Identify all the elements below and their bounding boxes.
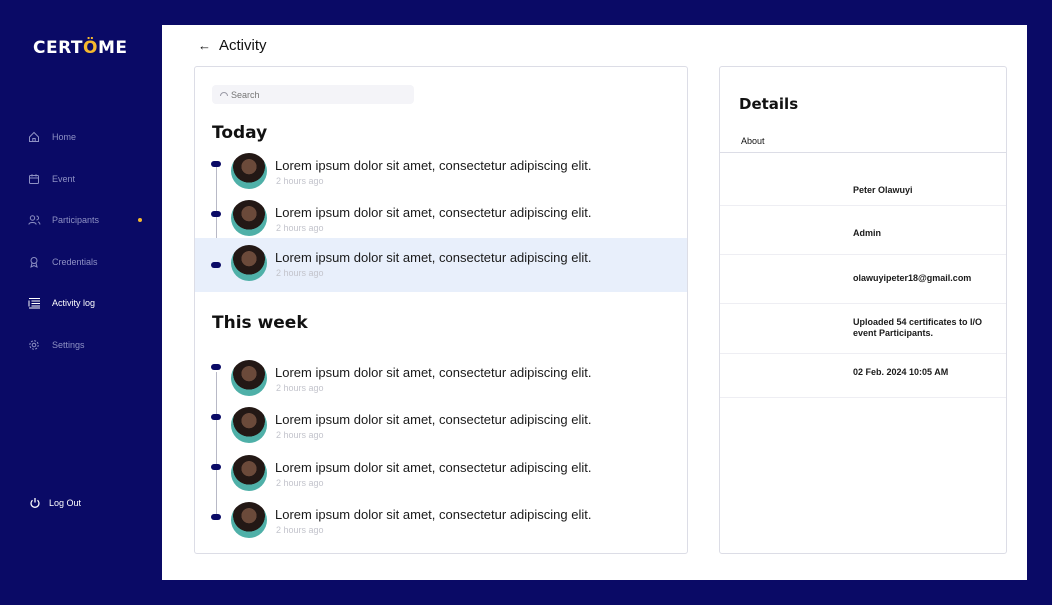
details-title: Details bbox=[739, 95, 799, 113]
details-card: Details About Peter Olawuyi Admin olawuy… bbox=[719, 66, 1007, 554]
sidebar-item-activity-log[interactable]: Activity log bbox=[27, 293, 147, 313]
sidebar-item-participants[interactable]: Participants bbox=[27, 210, 147, 230]
home-icon bbox=[27, 130, 41, 144]
activity-row-selected[interactable]: Lorem ipsum dolor sit amet, consectetur … bbox=[195, 238, 687, 292]
timeline-dot bbox=[211, 464, 221, 470]
avatar bbox=[231, 245, 267, 281]
search-input[interactable] bbox=[231, 89, 401, 100]
list-icon bbox=[27, 296, 41, 310]
avatar bbox=[231, 360, 267, 396]
sidebar-item-label: Participants bbox=[52, 215, 100, 225]
activity-message: Lorem ipsum dolor sit amet, consectetur … bbox=[275, 460, 592, 475]
logout-button[interactable]: Log Out bbox=[29, 497, 81, 509]
activity-message: Lorem ipsum dolor sit amet, consectetur … bbox=[275, 158, 592, 173]
avatar bbox=[231, 502, 267, 538]
detail-row-date: 02 Feb. 2024 10:05 AM bbox=[720, 354, 1006, 398]
section-title-week: This week bbox=[212, 313, 308, 333]
activity-time: 2 hours ago bbox=[276, 223, 324, 233]
search-icon bbox=[219, 86, 229, 104]
sidebar-item-label: Settings bbox=[52, 340, 85, 350]
back-arrow-icon[interactable]: ← bbox=[198, 38, 211, 53]
page-header: ← Activity bbox=[198, 37, 267, 54]
users-icon bbox=[27, 213, 41, 227]
activity-message: Lorem ipsum dolor sit amet, consectetur … bbox=[275, 205, 592, 220]
activity-row[interactable]: Lorem ipsum dolor sit amet, consectetur … bbox=[195, 449, 687, 503]
logo-text-a: CERT bbox=[33, 38, 84, 58]
activity-row[interactable]: Lorem ipsum dolor sit amet, consectetur … bbox=[195, 147, 687, 201]
activity-message: Lorem ipsum dolor sit amet, consectetur … bbox=[275, 412, 592, 427]
activity-message: Lorem ipsum dolor sit amet, consectetur … bbox=[275, 250, 592, 265]
activity-time: 2 hours ago bbox=[276, 525, 324, 535]
activity-row[interactable]: Lorem ipsum dolor sit amet, consectetur … bbox=[195, 354, 687, 408]
sidebar-item-credentials[interactable]: Credentials bbox=[27, 252, 147, 272]
activity-message: Lorem ipsum dolor sit amet, consectetur … bbox=[275, 365, 592, 380]
badge-icon bbox=[27, 255, 41, 269]
detail-row-action: Uploaded 54 certificates to I/O event Pa… bbox=[720, 304, 1006, 354]
detail-row-name: Peter Olawuyi bbox=[720, 153, 1006, 206]
logout-label: Log Out bbox=[49, 498, 82, 508]
detail-name: Peter Olawuyi bbox=[853, 185, 913, 195]
activity-time: 2 hours ago bbox=[276, 383, 324, 393]
logo-text-b: ME bbox=[97, 38, 128, 58]
detail-role: Admin bbox=[853, 228, 881, 238]
notification-dot bbox=[138, 218, 142, 222]
main-content: ← Activity Today Lorem ipsum dolor sit a… bbox=[162, 25, 1027, 580]
detail-email: olawuyipeter18@gmail.com bbox=[853, 273, 972, 283]
activity-time: 2 hours ago bbox=[276, 430, 324, 440]
timeline-dot bbox=[211, 514, 221, 520]
avatar bbox=[231, 407, 267, 443]
detail-row-role: Admin bbox=[720, 206, 1006, 255]
activity-message: Lorem ipsum dolor sit amet, consectetur … bbox=[275, 507, 592, 522]
sidebar-item-label: Event bbox=[52, 174, 76, 184]
avatar bbox=[231, 200, 267, 236]
avatar bbox=[231, 455, 267, 491]
section-title-today: Today bbox=[212, 123, 268, 143]
sidebar-item-home[interactable]: Home bbox=[27, 127, 147, 147]
sidebar-item-label: Home bbox=[52, 132, 77, 142]
activity-row[interactable]: Lorem ipsum dolor sit amet, consectetur … bbox=[195, 401, 687, 455]
activity-list-card: Today Lorem ipsum dolor sit amet, consec… bbox=[194, 66, 688, 554]
logo-crown: Ö bbox=[83, 38, 98, 58]
gear-icon bbox=[27, 338, 41, 352]
sidebar-item-label: Activity log bbox=[52, 298, 96, 308]
power-icon bbox=[29, 497, 41, 509]
detail-row-email: olawuyipeter18@gmail.com bbox=[720, 255, 1006, 304]
brand-logo[interactable]: CERTÖME bbox=[33, 38, 128, 58]
avatar bbox=[231, 153, 267, 189]
timeline-dot bbox=[211, 161, 221, 167]
sidebar-item-event[interactable]: Event bbox=[27, 169, 147, 189]
timeline-dot bbox=[211, 262, 221, 268]
activity-time: 2 hours ago bbox=[276, 176, 324, 186]
timeline-dot bbox=[211, 414, 221, 420]
search-box[interactable] bbox=[212, 85, 414, 104]
calendar-icon bbox=[27, 172, 41, 186]
page-title: Activity bbox=[219, 37, 267, 54]
timeline-dot bbox=[211, 211, 221, 217]
timeline-dot bbox=[211, 364, 221, 370]
sidebar-item-label: Credentials bbox=[52, 257, 98, 267]
activity-row[interactable]: Lorem ipsum dolor sit amet, consectetur … bbox=[195, 496, 687, 550]
activity-time: 2 hours ago bbox=[276, 478, 324, 488]
sidebar-item-settings[interactable]: Settings bbox=[27, 335, 147, 355]
detail-action: Uploaded 54 certificates to I/O event Pa… bbox=[853, 317, 983, 338]
detail-date: 02 Feb. 2024 10:05 AM bbox=[853, 367, 949, 377]
activity-time: 2 hours ago bbox=[276, 268, 324, 278]
about-tab[interactable]: About bbox=[741, 136, 765, 146]
